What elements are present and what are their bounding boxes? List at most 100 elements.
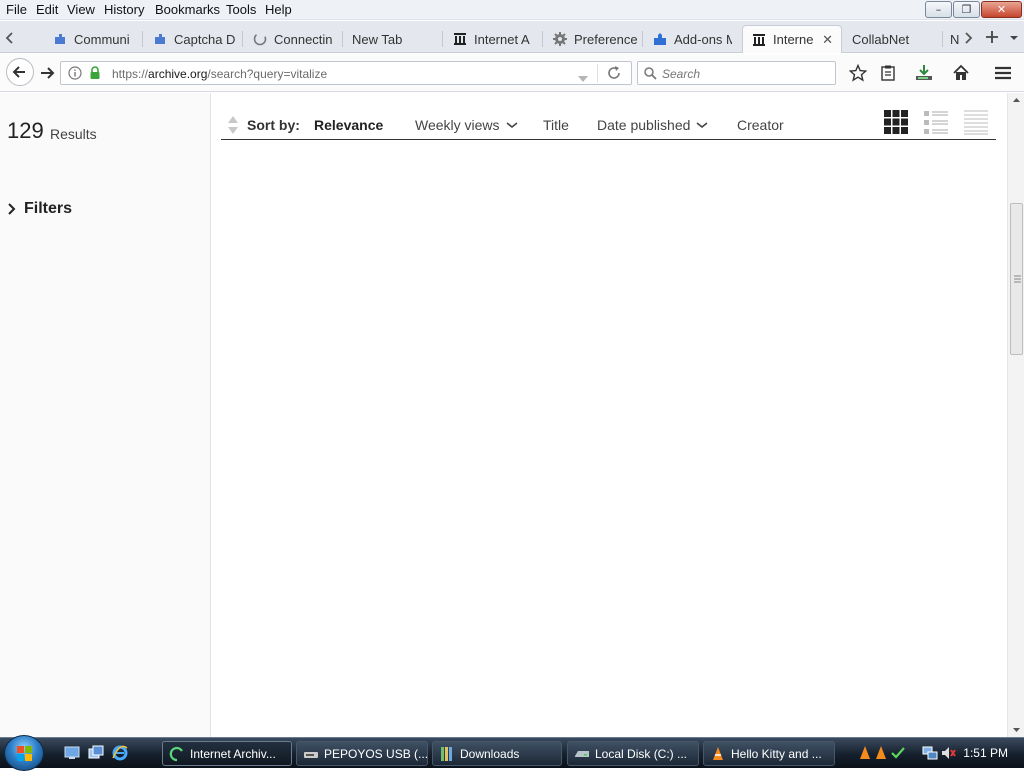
arrow-right-icon	[41, 67, 55, 79]
hard-drive-icon	[574, 746, 590, 762]
close-tab-icon[interactable]: ✕	[822, 32, 833, 48]
menu-tools[interactable]: Tools	[226, 2, 256, 17]
menu-edit[interactable]: Edit	[36, 2, 58, 17]
tab-communi[interactable]: Communi	[52, 25, 140, 53]
tab-label: CollabNet	[852, 31, 910, 47]
taskbar-vlc-window[interactable]: Hello Kitty and ...	[703, 741, 835, 766]
compact-list-icon	[964, 110, 988, 135]
menu-file[interactable]: File	[6, 2, 27, 17]
puzzle-icon	[52, 31, 68, 47]
sort-option-label: Date published	[597, 117, 691, 133]
reload-button[interactable]	[606, 65, 622, 81]
scroll-tabs-right-button[interactable]	[961, 30, 975, 46]
url-prefix: https://	[112, 67, 149, 81]
results-sidebar: 129 Results Filters	[0, 93, 211, 737]
filters-label: Filters	[24, 200, 73, 217]
info-icon[interactable]	[68, 66, 82, 80]
minimize-icon: –	[935, 3, 942, 16]
taskbar-firefox-window[interactable]: Internet Archiv...	[162, 741, 292, 766]
home-button[interactable]	[951, 63, 971, 83]
vertical-scrollbar[interactable]	[1007, 93, 1024, 737]
downloads-button[interactable]	[914, 63, 934, 83]
clock[interactable]: 1:51 PM	[963, 746, 1008, 760]
menu-view[interactable]: View	[67, 2, 95, 17]
menu-bookmarks[interactable]: Bookmarks	[155, 2, 220, 17]
tab-separator	[142, 31, 143, 47]
lock-icon[interactable]	[88, 66, 102, 80]
new-tab-button[interactable]	[984, 29, 1000, 45]
chevron-down-icon	[1010, 36, 1018, 40]
show-desktop-button[interactable]	[64, 745, 80, 761]
grip-icon	[1014, 275, 1021, 283]
folder-icon	[439, 746, 455, 762]
loading-icon	[252, 31, 268, 47]
tab-collabnet[interactable]: CollabNet	[852, 25, 932, 53]
tab-captcha[interactable]: Captcha D	[152, 25, 238, 53]
menu-bar: File Edit View History Bookmarks Tools H…	[0, 0, 1024, 20]
back-button[interactable]	[6, 58, 34, 86]
usb-drive-icon	[303, 746, 319, 762]
restore-button[interactable]: ❐	[953, 1, 980, 18]
safely-remove-icon[interactable]	[890, 745, 906, 761]
scroll-down-icon[interactable]	[1008, 725, 1024, 735]
list-detail-view-button[interactable]	[923, 109, 949, 135]
sort-by-label: Sort by:	[247, 117, 300, 133]
minimize-button[interactable]: –	[925, 1, 952, 18]
search-bar[interactable]	[637, 61, 836, 85]
volume-muted-icon[interactable]	[940, 745, 956, 761]
tab-new-tab[interactable]: New Tab	[352, 25, 438, 53]
vlc-tray-icon[interactable]	[874, 745, 888, 761]
history-dropdown-icon[interactable]	[577, 70, 589, 82]
url-text: https://archive.org/search?query=vitaliz…	[112, 67, 327, 81]
taskbar-downloads-window[interactable]: Downloads	[432, 741, 562, 766]
taskbar-window-label: Local Disk (C:) ...	[595, 746, 688, 761]
switch-windows-button[interactable]	[88, 745, 104, 761]
reading-list-button[interactable]	[878, 63, 898, 83]
tab-label: N	[950, 31, 959, 47]
clipboard-icon	[881, 65, 895, 81]
windows-taskbar: Internet Archiv... PEPOYOS USB (... Down…	[0, 735, 1024, 771]
tile-view-button[interactable]	[883, 109, 909, 135]
search-input[interactable]	[662, 65, 830, 82]
chevron-left-icon	[5, 32, 13, 44]
internet-explorer-button[interactable]	[111, 744, 129, 762]
taskbar-local-disk-window[interactable]: Local Disk (C:) ...	[567, 741, 699, 766]
vlc-tray-icon[interactable]	[858, 745, 872, 761]
menu-history[interactable]: History	[104, 2, 144, 17]
network-icon[interactable]	[922, 745, 938, 761]
filters-toggle[interactable]: Filters	[7, 200, 72, 218]
scroll-thumb[interactable]	[1010, 203, 1023, 355]
tab-preferences[interactable]: Preference	[552, 25, 640, 53]
tab-label: Add-ons M	[674, 31, 732, 47]
hamburger-menu-button[interactable]	[993, 63, 1013, 83]
forward-button[interactable]	[38, 64, 58, 82]
compact-list-view-button[interactable]	[963, 109, 989, 135]
sort-weekly-views[interactable]: Weekly views	[415, 117, 518, 133]
chevron-right-icon	[8, 203, 16, 215]
list-all-tabs-button[interactable]	[1008, 31, 1020, 43]
sort-title[interactable]: Title	[543, 117, 569, 133]
tab-label: Preference	[574, 31, 638, 47]
tab-overflow[interactable]: N	[950, 25, 959, 53]
close-window-button[interactable]: ✕	[981, 1, 1022, 18]
star-icon	[849, 64, 867, 82]
menu-help[interactable]: Help	[265, 2, 292, 17]
scroll-tabs-left-button[interactable]	[3, 30, 17, 46]
bookmark-star-button[interactable]	[848, 63, 868, 83]
sort-creator[interactable]: Creator	[737, 117, 784, 133]
restore-icon: ❐	[961, 3, 972, 16]
taskbar-usb-window[interactable]: PEPOYOS USB (...	[296, 741, 428, 766]
url-bar[interactable]: https://archive.org/search?query=vitaliz…	[60, 61, 632, 85]
tab-internet-archive[interactable]: Internet A	[452, 25, 540, 53]
tab-strip: Communi Captcha D Connectin New Tab Inte…	[0, 21, 1024, 53]
sort-relevance[interactable]: Relevance	[314, 117, 383, 133]
system-tray: 1:51 PM	[852, 738, 1024, 768]
tab-internet-archive-active[interactable]: Interne ✕	[742, 25, 842, 53]
tab-label: Interne	[773, 32, 814, 47]
tab-add-ons[interactable]: Add-ons M	[652, 25, 732, 53]
sort-option-label: Weekly views	[415, 117, 500, 133]
tab-connecting[interactable]: Connectin	[252, 25, 338, 53]
start-button[interactable]	[4, 735, 44, 771]
scroll-up-icon[interactable]	[1008, 95, 1024, 105]
sort-date-published[interactable]: Date published	[597, 117, 708, 133]
